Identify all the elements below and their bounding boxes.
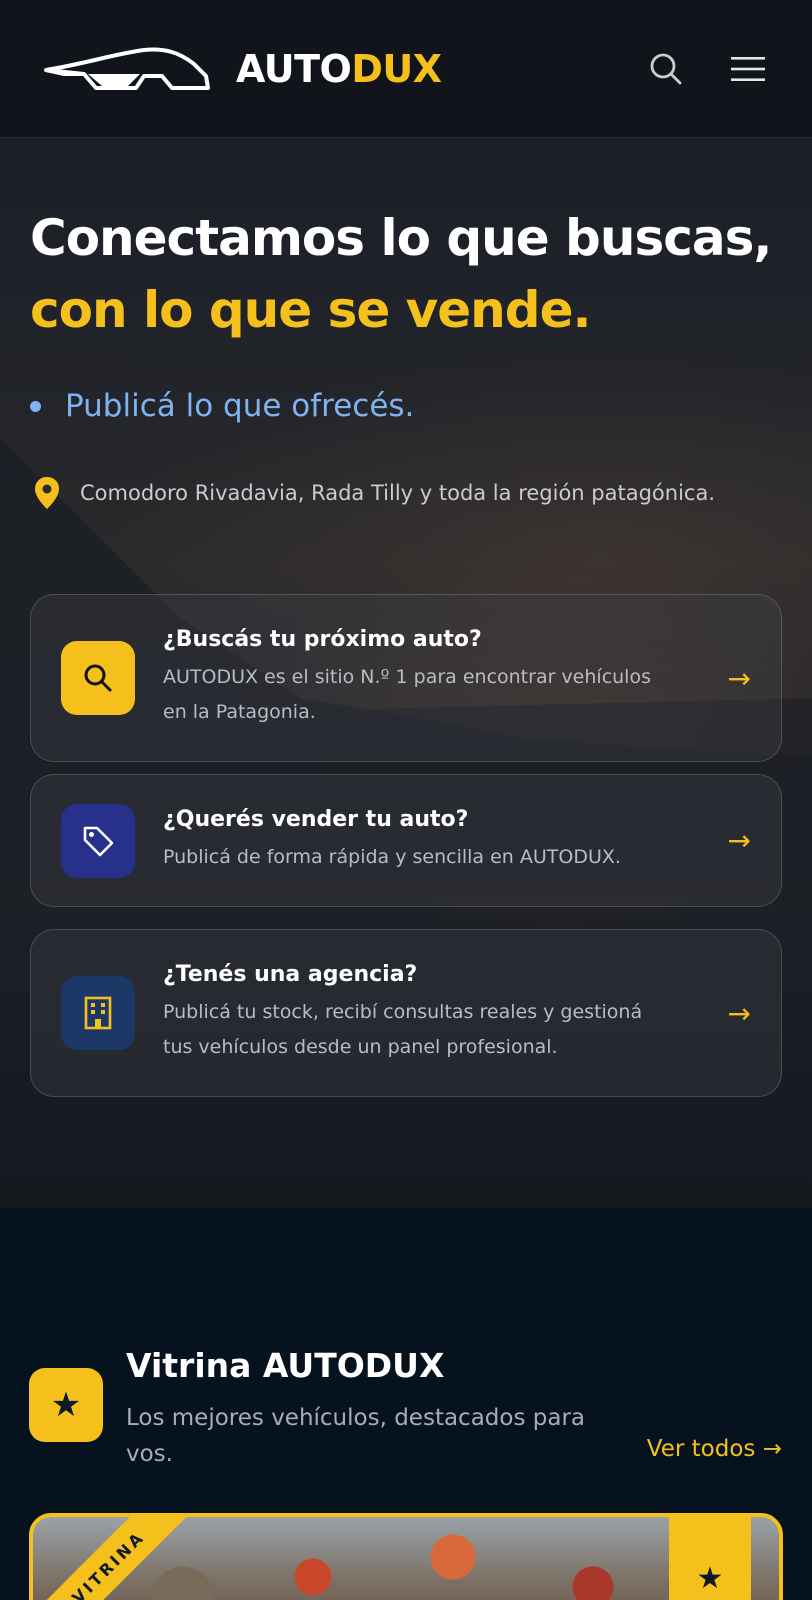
bullet-dot-icon	[30, 400, 41, 412]
card-tag-badge	[61, 803, 135, 878]
hero-title-line1: Conectamos lo que buscas,	[30, 209, 772, 267]
brand-logo-text[interactable]: AUTODUX	[236, 50, 442, 88]
search-icon	[650, 53, 682, 84]
card-title: ¿Querés vender tu auto?	[163, 806, 469, 832]
hero-bullet: Publicá lo que ofrecés.	[30, 388, 414, 424]
card-desc-line: Publicá de forma rápida y sencilla en AU…	[163, 845, 621, 868]
car-logo-icon[interactable]	[44, 46, 210, 98]
brand-auto: AUTO	[236, 46, 352, 91]
card-desc-line: tus vehículos desde un panel profesional…	[163, 1035, 558, 1058]
vitrina-ribbon: VITRINA	[33, 1517, 204, 1600]
hero-title: Conectamos lo que buscas, con lo que se …	[30, 202, 772, 346]
card-sell-car[interactable]: ¿Querés vender tu auto? Publicá de forma…	[30, 774, 782, 907]
card-title: ¿Buscás tu próximo auto?	[163, 626, 482, 652]
arrow-right-icon[interactable]: →	[728, 662, 751, 695]
vitrina-subtitle: Los mejores vehículos, destacados para v…	[126, 1405, 586, 1467]
vitrina-section: ★ Vitrina AUTODUX Los mejores vehículos,…	[0, 1208, 812, 1600]
card-desc-line: en la Patagonia.	[163, 700, 316, 723]
menu-button[interactable]	[728, 49, 768, 89]
star-icon: ★	[29, 1368, 103, 1442]
tag-icon	[83, 826, 114, 856]
card-search-badge	[61, 641, 135, 715]
card-description: Publicá tu stock, recibí consultas reale…	[163, 995, 708, 1065]
search-icon	[84, 664, 112, 692]
card-buy-car[interactable]: ¿Buscás tu próximo auto? AUTODUX es el s…	[30, 594, 782, 762]
see-all-link[interactable]: Ver todos →	[647, 1436, 782, 1462]
map-pin-icon	[35, 477, 59, 509]
location-line: Comodoro Rivadavia, Rada Tilly y toda la…	[34, 476, 715, 510]
featured-vehicle-card[interactable]: VITRINA ★	[29, 1513, 783, 1600]
card-title: ¿Tenés una agencia?	[163, 961, 418, 987]
card-building-badge	[61, 976, 135, 1050]
hero-section: Conectamos lo que buscas, con lo que se …	[0, 138, 812, 1208]
featured-star-icon: ★	[669, 1517, 751, 1600]
hero-bullet-text: Publicá lo que ofrecés.	[65, 388, 415, 424]
card-description: Publicá de forma rápida y sencilla en AU…	[163, 840, 708, 875]
card-desc-line: Publicá tu stock, recibí consultas reale…	[163, 1000, 643, 1023]
arrow-right-icon[interactable]: →	[728, 997, 751, 1030]
vitrina-title: Vitrina AUTODUX	[126, 1346, 445, 1385]
search-button[interactable]	[646, 49, 686, 89]
card-description: AUTODUX es el sitio N.º 1 para encontrar…	[163, 660, 708, 730]
arrow-right-icon[interactable]: →	[728, 824, 751, 857]
menu-icon	[731, 56, 765, 81]
hero-title-line2: con lo que se vende.	[30, 281, 591, 339]
card-desc-line: AUTODUX es el sitio N.º 1 para encontrar…	[163, 665, 651, 688]
brand-dux: DUX	[351, 46, 442, 91]
card-agency[interactable]: ¿Tenés una agencia? Publicá tu stock, re…	[30, 929, 782, 1097]
building-icon	[84, 996, 112, 1030]
top-header: AUTODUX	[0, 0, 812, 138]
location-text: Comodoro Rivadavia, Rada Tilly y toda la…	[80, 481, 715, 505]
